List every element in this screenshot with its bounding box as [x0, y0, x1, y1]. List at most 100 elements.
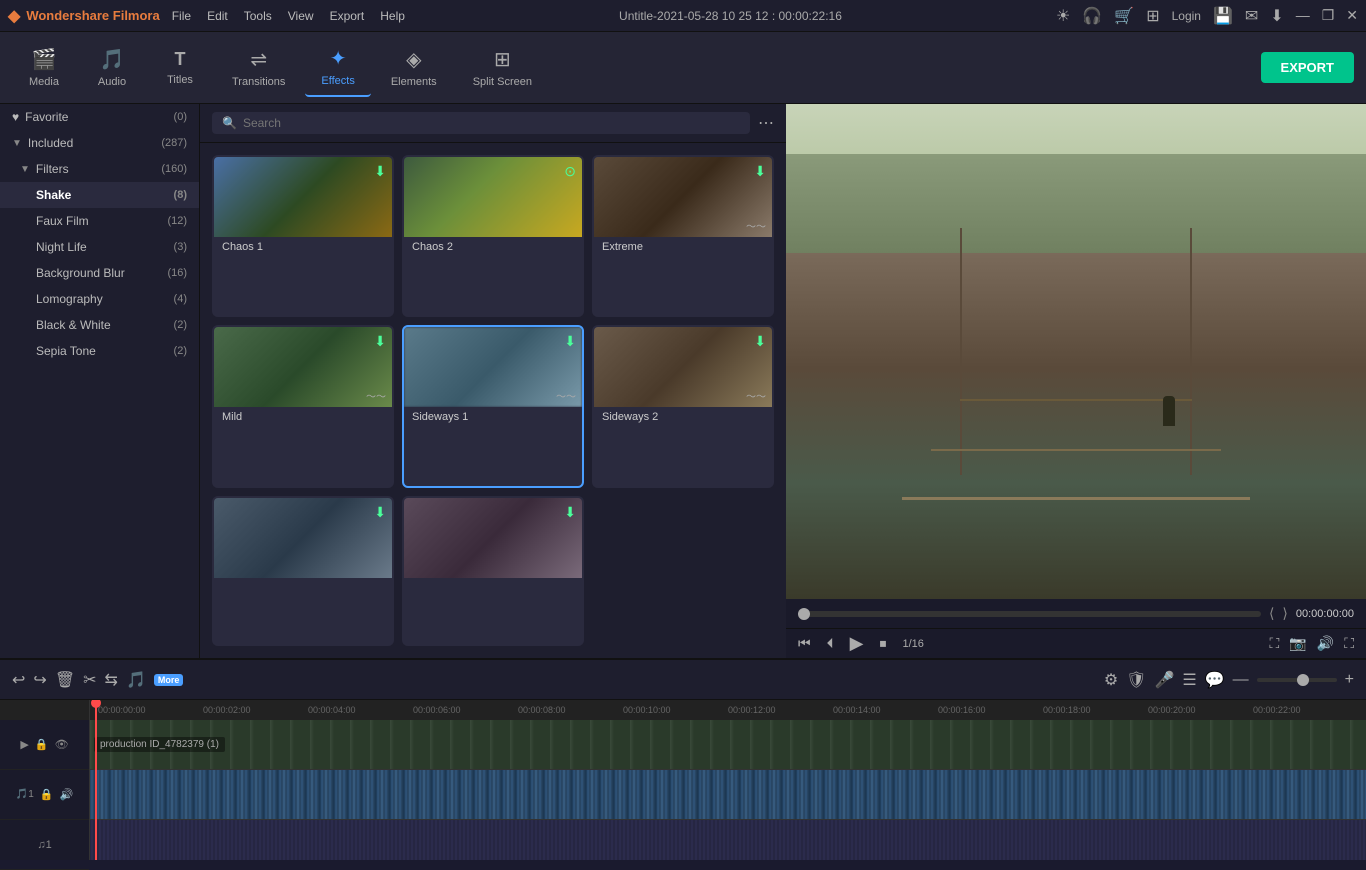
login-button[interactable]: Login	[1172, 9, 1201, 23]
toolbar-effects[interactable]: ✦ Effects	[305, 38, 370, 97]
panel-included[interactable]: ▼ Included (287)	[0, 130, 199, 156]
app-logo: ◆ Wondershare Filmora	[8, 6, 160, 26]
effect-card-mild[interactable]: ⬇ 〜〜 Mild	[212, 325, 394, 487]
screenshot-button[interactable]: 📷	[1289, 635, 1306, 652]
zoom-slider[interactable]	[1257, 678, 1337, 682]
effect-card-unknown1[interactable]: ⬇	[212, 496, 394, 646]
collapse-arrow-included: ▼	[12, 138, 22, 149]
preview-scene	[786, 104, 1366, 599]
panel-faux-film[interactable]: Faux Film (12)	[0, 208, 199, 234]
audio-mute-icon[interactable]: 🔊	[60, 788, 74, 801]
main-area: ♥ Favorite (0) ▼ Included (287) ▼ Filter…	[0, 104, 1366, 658]
effect-card-unknown2[interactable]: ⬇	[402, 496, 584, 646]
minimize-button[interactable]: —	[1296, 7, 1310, 24]
panel-background-blur[interactable]: Background Blur (16)	[0, 260, 199, 286]
layers-icon[interactable]: ☰	[1182, 670, 1196, 690]
track-label-video1: ▶ 🔒 👁	[0, 720, 89, 770]
mail-icon[interactable]: ✉	[1245, 6, 1258, 26]
left-panel: ♥ Favorite (0) ▼ Included (287) ▼ Filter…	[0, 104, 200, 658]
sun-icon[interactable]: ☀	[1056, 6, 1070, 26]
panel-favorite[interactable]: ♥ Favorite (0)	[0, 104, 199, 130]
menu-file[interactable]: File	[172, 9, 191, 23]
download-icon[interactable]: ⬇	[1270, 6, 1283, 26]
video-track-fill: production ID_4782379 (1)	[90, 720, 1366, 769]
cut-button[interactable]: ✂	[83, 670, 96, 690]
panel-lomography-count: (4)	[174, 293, 187, 305]
search-input[interactable]	[243, 116, 740, 130]
eye-icon[interactable]: 👁	[55, 738, 69, 751]
toolbar-media[interactable]: 🎬 Media	[12, 39, 76, 96]
settings-button[interactable]: ⛶	[1344, 635, 1354, 652]
effect-card-sideways1[interactable]: ⬇ 〜〜 Sideways 1	[402, 325, 584, 487]
mic-icon[interactable]: 🎤	[1154, 670, 1174, 690]
fullscreen-button[interactable]: ⛶	[1270, 635, 1280, 652]
audio-lock-icon[interactable]: 🔒	[40, 788, 54, 801]
zoom-thumb	[1297, 674, 1309, 686]
panel-filters[interactable]: ▼ Filters (160)	[0, 156, 199, 182]
subtitle-icon[interactable]: 💬	[1205, 670, 1225, 690]
audio-track	[90, 770, 1366, 820]
toolbar-media-label: Media	[29, 76, 59, 88]
toolbar-elements[interactable]: ◈ Elements	[375, 39, 453, 96]
adjust-button[interactable]: ⇆	[105, 670, 118, 690]
menu-help[interactable]: Help	[380, 9, 405, 23]
toolbar-splitscreen[interactable]: ⊞ Split Screen	[457, 39, 548, 96]
panel-night-life[interactable]: Night Life (3)	[0, 234, 199, 260]
panel-background-blur-count: (16)	[167, 267, 187, 279]
audio-button[interactable]: 🎵	[126, 670, 146, 690]
play-button[interactable]: ▶	[850, 633, 864, 654]
volume-button[interactable]: 🔊	[1317, 635, 1334, 652]
toolbar-transitions[interactable]: ⇌ Transitions	[216, 39, 301, 96]
panel-lomography[interactable]: Lomography (4)	[0, 286, 199, 312]
lock-icon[interactable]: 🔒	[35, 738, 49, 751]
ruler-9: 00:00:18:00	[1043, 705, 1148, 715]
close-button[interactable]: ✕	[1346, 7, 1358, 24]
headphone-icon[interactable]: 🎧	[1082, 6, 1102, 26]
ruler-3: 00:00:06:00	[413, 705, 518, 715]
prev-frame-button[interactable]: ⏴	[827, 635, 834, 652]
gift-icon[interactable]: ⊞	[1146, 6, 1159, 26]
panel-sepia-tone-count: (2)	[174, 345, 187, 357]
effect-card-extreme[interactable]: ⬇ 〜〜 Extreme	[592, 155, 774, 317]
delete-button[interactable]: 🗑	[55, 670, 75, 690]
grid-view-icon[interactable]: ⋯	[758, 113, 774, 133]
timeline-right-controls: ⚙ 🛡 🎤 ☰ 💬 — +	[1104, 670, 1354, 690]
redo-button[interactable]: ↪	[33, 670, 46, 690]
wave-icon2: 〜〜	[366, 388, 386, 403]
effects-area: 🔍 ⋯ ⬇ Chaos 1 ⊙ Chaos 2	[200, 104, 786, 658]
toolbar-titles[interactable]: T Titles	[148, 41, 212, 94]
progress-bar[interactable]	[798, 611, 1261, 617]
menu-tools[interactable]: Tools	[244, 9, 272, 23]
ruler-11: 00:00:22:00	[1253, 705, 1358, 715]
titlebar-right: ☀ 🎧 🛒 ⊞ Login 💾 ✉ ⬇ — ❐ ✕	[1056, 6, 1358, 26]
effect-name-unknown1	[214, 578, 392, 586]
video-track: production ID_4782379 (1)	[90, 720, 1366, 770]
stop-button[interactable]: ⏹	[879, 635, 886, 652]
search-box[interactable]: 🔍	[212, 112, 750, 134]
download-effect-icon7: ⬇	[564, 504, 576, 521]
menu-export[interactable]: Export	[330, 9, 365, 23]
favorite-icon: ♥	[12, 110, 19, 124]
menu-view[interactable]: View	[288, 9, 314, 23]
panel-black-white-label: Black & White	[36, 318, 111, 332]
panel-shake[interactable]: Shake (8)	[0, 182, 199, 208]
effect-card-chaos1[interactable]: ⬇ Chaos 1	[212, 155, 394, 317]
panel-black-white[interactable]: Black & White (2)	[0, 312, 199, 338]
shield-icon[interactable]: 🛡	[1126, 670, 1146, 690]
cart-icon[interactable]: 🛒	[1114, 6, 1134, 26]
toolbar-audio[interactable]: 🎵 Audio	[80, 39, 144, 96]
save-icon[interactable]: 💾	[1213, 6, 1233, 26]
zoom-out-icon[interactable]: —	[1233, 671, 1249, 689]
effect-card-sideways2[interactable]: ⬇ 〜〜 Sideways 2	[592, 325, 774, 487]
panel-sepia-tone[interactable]: Sepia Tone (2)	[0, 338, 199, 364]
menu-edit[interactable]: Edit	[207, 9, 228, 23]
maximize-button[interactable]: ❐	[1322, 7, 1335, 24]
undo-button[interactable]: ↩	[12, 670, 25, 690]
step-back-button[interactable]: ⏮	[798, 635, 811, 652]
effect-card-chaos2[interactable]: ⊙ Chaos 2	[402, 155, 584, 317]
wave-icon3: 〜〜	[556, 388, 576, 403]
export-button[interactable]: EXPORT	[1261, 52, 1354, 83]
zoom-in-icon[interactable]: +	[1345, 671, 1354, 689]
download-effect-icon4: ⬇	[564, 333, 576, 350]
settings-tl-icon[interactable]: ⚙	[1104, 670, 1118, 690]
